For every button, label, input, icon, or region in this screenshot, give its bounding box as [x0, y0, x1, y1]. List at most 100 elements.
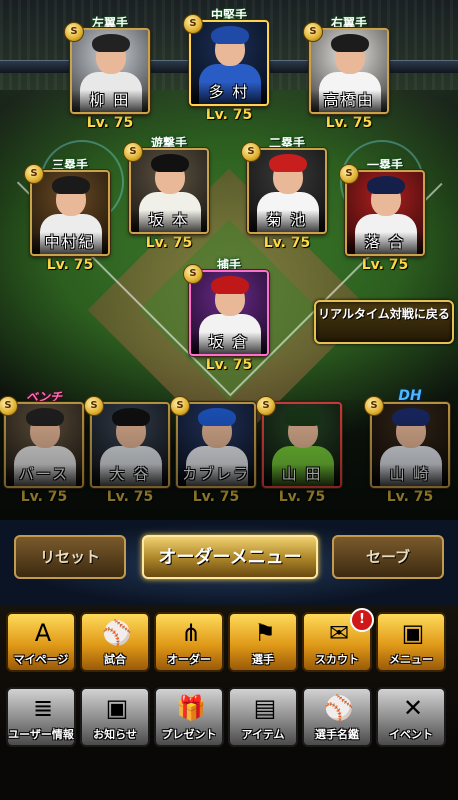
sub-menu-present-button[interactable]: 🎁 プレゼント	[154, 687, 224, 747]
third-base-slot-card[interactable]: 中村紀	[30, 170, 110, 256]
main-menu-row: A マイページ ⚾ 試合 ⋔ オーダー ⚑ 選手 ✉ スカウト! ▣ メニュー	[0, 608, 458, 674]
shortstop-slot-card[interactable]: 坂 本	[129, 148, 209, 234]
stadium-icon: ⚾	[102, 619, 132, 647]
center-field-slot[interactable]: 中堅手 多 村 S Lv. 75	[183, 8, 269, 123]
rarity-badge-icon: S	[256, 396, 276, 416]
player-cap	[331, 34, 369, 52]
lineup-screen: 左翼手 柳 田 S Lv. 75 中堅手 多 村 S Lv. 75 右翼手 高橋…	[0, 0, 458, 800]
menu-label: お知らせ	[93, 728, 137, 741]
notice-icon: ▣	[105, 694, 129, 722]
player-cap	[269, 154, 307, 172]
player-name: 中村紀	[44, 233, 96, 251]
bench-strip	[0, 400, 458, 520]
menu-label: マイページ	[13, 653, 69, 666]
menu-label: 選手名鑑	[315, 728, 359, 741]
order-menu-label: オーダーメニュー	[158, 547, 302, 568]
order-menu-button[interactable]: オーダーメニュー	[142, 535, 318, 579]
player-level: Lv. 75	[361, 257, 409, 273]
first-base-slot[interactable]: 一塁手 落 合 S Lv. 75	[339, 158, 425, 273]
menu-label: アイテム	[241, 728, 285, 741]
player-cap	[211, 26, 249, 44]
player-name: 多 村	[208, 83, 250, 101]
reset-button[interactable]: リセット	[14, 535, 126, 579]
mypage-icon: A	[34, 619, 52, 647]
catcher-slot-card[interactable]: 坂 倉	[189, 270, 269, 356]
player-name: 菊 池	[266, 211, 308, 229]
player-cap	[211, 276, 249, 294]
player-name: 落 合	[364, 233, 406, 251]
main-menu-scout-button[interactable]: ✉ スカウト!	[302, 608, 374, 672]
player-book-icon: ⚾	[324, 694, 354, 722]
save-label: セーブ	[365, 548, 411, 566]
first-base-slot-card[interactable]: 落 合	[345, 170, 425, 256]
player-level: Lv. 75	[145, 235, 193, 251]
menu-label: 選手	[252, 653, 274, 666]
player-name: 坂 倉	[208, 333, 250, 351]
rarity-badge-icon: S	[241, 142, 261, 162]
left-field-slot[interactable]: 左翼手 柳 田 S Lv. 75	[64, 16, 150, 131]
main-menu-mypage-button[interactable]: A マイページ	[6, 612, 76, 672]
player-cap	[151, 154, 189, 172]
rarity-badge-icon: S	[339, 164, 359, 184]
player-level: Lv. 75	[86, 115, 134, 131]
menu-label: スカウト	[315, 653, 359, 666]
player-name: 坂 本	[148, 211, 190, 229]
player-name: 柳 田	[89, 91, 131, 109]
sub-menu-notice-button[interactable]: ▣ お知らせ	[80, 687, 150, 747]
center-field-slot-card[interactable]: 多 村	[189, 20, 269, 106]
realtime-battle-return-button[interactable]: リアルタイム対戦に戻る	[314, 300, 454, 344]
event-icon: ✕	[402, 694, 424, 722]
rarity-badge-icon: S	[64, 22, 84, 42]
present-icon: 🎁	[176, 694, 206, 722]
rarity-badge-icon: S	[24, 164, 44, 184]
shortstop-slot[interactable]: 遊撃手 坂 本 S Lv. 75	[123, 136, 209, 251]
main-menu-menu-button[interactable]: ▣ メニュー	[376, 612, 446, 672]
main-menu-stadium-button[interactable]: ⚾ 試合	[80, 612, 150, 672]
second-base-slot[interactable]: 二塁手 菊 池 S Lv. 75	[241, 136, 327, 251]
menu-label: プレゼント	[161, 728, 217, 741]
rarity-badge-icon: S	[84, 396, 104, 416]
save-button[interactable]: セーブ	[332, 535, 444, 579]
user-info-icon: ≣	[32, 694, 54, 722]
menu-label: メニュー	[389, 653, 433, 666]
left-field-slot-card[interactable]: 柳 田	[70, 28, 150, 114]
menu-label: オーダー	[167, 653, 211, 666]
menu-icon: ▣	[401, 619, 425, 647]
catcher-slot[interactable]: 捕手 坂 倉 S Lv. 75	[183, 258, 269, 373]
main-menu-player-button[interactable]: ⚑ 選手	[228, 612, 298, 672]
sub-menu-player-book-button[interactable]: ⚾ 選手名鑑	[302, 687, 372, 747]
player-level: Lv. 75	[263, 235, 311, 251]
sub-menu-user-info-button[interactable]: ≣ ユーザー情報	[6, 687, 76, 747]
bottom-bar	[0, 752, 458, 800]
menu-label: イベント	[389, 728, 433, 741]
realtime-battle-label: リアルタイム対戦に戻る	[318, 307, 450, 321]
item-icon: ▤	[253, 694, 277, 722]
player-level: Lv. 75	[46, 257, 94, 273]
menu-label: ユーザー情報	[8, 728, 74, 741]
sub-menu-event-button[interactable]: ✕ イベント	[376, 687, 446, 747]
order-icon: ⋔	[180, 619, 202, 647]
player-level: Lv. 75	[205, 107, 253, 123]
alert-badge-icon: !	[350, 608, 374, 632]
main-menu-order-button[interactable]: ⋔ オーダー	[154, 612, 224, 672]
right-field-slot[interactable]: 右翼手 高橋由 S Lv. 75	[303, 16, 389, 131]
rarity-badge-icon: S	[123, 142, 143, 162]
rarity-badge-icon: S	[303, 22, 323, 42]
third-base-slot[interactable]: 三塁手 中村紀 S Lv. 75	[24, 158, 110, 273]
player-cap	[367, 176, 405, 194]
rarity-badge-icon: S	[170, 396, 190, 416]
player-cap	[92, 34, 130, 52]
player-icon: ⚑	[254, 619, 276, 647]
player-cap	[52, 176, 90, 194]
sub-menu-item-button[interactable]: ▤ アイテム	[228, 687, 298, 747]
player-level: Lv. 75	[205, 357, 253, 373]
player-level: Lv. 75	[325, 115, 373, 131]
second-base-slot-card[interactable]: 菊 池	[247, 148, 327, 234]
menu-label: 試合	[104, 653, 126, 666]
rarity-badge-icon: S	[183, 264, 203, 284]
player-name: 高橋由	[323, 91, 375, 109]
rarity-badge-icon: S	[364, 396, 384, 416]
rarity-badge-icon: S	[183, 14, 203, 34]
right-field-slot-card[interactable]: 高橋由	[309, 28, 389, 114]
reset-label: リセット	[39, 548, 100, 566]
